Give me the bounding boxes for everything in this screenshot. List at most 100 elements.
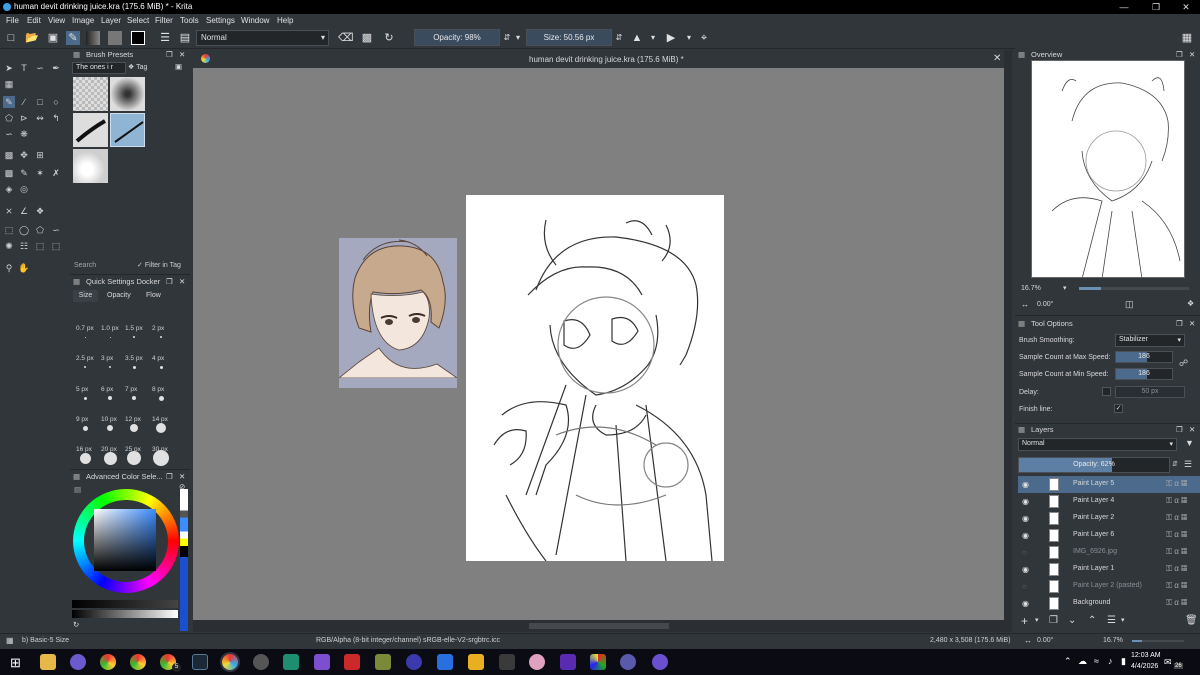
edit-shapes-tool-icon[interactable]: ∽ xyxy=(34,62,46,74)
visibility-eye-icon[interactable]: ◉ xyxy=(1022,531,1029,540)
file-explorer-icon[interactable] xyxy=(40,654,56,670)
visibility-eye-icon[interactable]: ◉ xyxy=(1022,599,1029,608)
dynamic-brush-tool-icon[interactable]: ∽ xyxy=(3,128,15,140)
size-preset-dot[interactable] xyxy=(84,336,86,338)
mirror-vertical-icon[interactable]: ▶ xyxy=(664,31,678,45)
docker-grip-icon[interactable]: ▦ xyxy=(73,277,80,288)
app-icon[interactable] xyxy=(344,654,360,670)
menu-help[interactable]: Help xyxy=(277,16,293,25)
mirror-view-icon[interactable]: ◫ xyxy=(1125,299,1134,310)
color-history-strip[interactable] xyxy=(180,489,188,631)
size-stepper-icon[interactable]: ⇵ xyxy=(612,31,626,45)
app-icon[interactable] xyxy=(529,654,545,670)
app-icon[interactable] xyxy=(620,654,636,670)
bezier-select-tool-icon[interactable]: ⬚ xyxy=(34,240,46,252)
brush-preset-thumb[interactable] xyxy=(73,77,108,111)
clear-history-icon[interactable]: ⊘ xyxy=(179,482,185,493)
layer-lock-alpha-icons[interactable]: ⚿ α ▦ xyxy=(1166,530,1187,540)
move-layer-down-icon[interactable]: ⌄ xyxy=(1068,615,1076,626)
size-preset-label[interactable]: 30 px xyxy=(152,446,168,453)
multibrush-tool-icon[interactable]: ❋ xyxy=(18,128,30,140)
calligraphy-tool-icon[interactable]: ✒ xyxy=(50,62,62,74)
app-icon[interactable] xyxy=(652,654,668,670)
reload-preset-icon[interactable]: ↻ xyxy=(382,31,396,45)
close-docker-icon[interactable]: ✕ xyxy=(1189,319,1195,330)
tag-button[interactable]: ❖ Tag xyxy=(128,63,147,74)
preset-search-input[interactable]: Search xyxy=(74,262,96,269)
pan-tool-icon[interactable]: ✋ xyxy=(18,262,30,274)
float-docker-icon[interactable]: ❐ xyxy=(1176,319,1183,330)
size-preset-dot[interactable] xyxy=(109,366,111,368)
size-preset-dot[interactable] xyxy=(108,396,112,400)
chrome-icon[interactable] xyxy=(130,654,146,670)
canvas-area[interactable] xyxy=(193,68,1004,620)
delay-slider[interactable]: 50 px xyxy=(1115,386,1185,398)
layer-row[interactable]: ◉ Background ⚿ α ▦ xyxy=(1018,595,1200,612)
krita-taskbar-icon[interactable] xyxy=(222,654,238,670)
menu-image[interactable]: Image xyxy=(72,16,94,25)
size-preset-label[interactable]: 3 px xyxy=(101,355,113,362)
menu-select[interactable]: Select xyxy=(127,16,149,25)
docker-grip-icon[interactable]: ▦ xyxy=(73,472,80,483)
notifications-icon[interactable]: ✉ xyxy=(1164,657,1172,668)
similar-select-tool-icon[interactable]: ☷ xyxy=(18,240,30,252)
menu-file[interactable]: File xyxy=(6,16,19,25)
size-preset-label[interactable]: 5 px xyxy=(76,386,88,393)
close-document-icon[interactable]: ✕ xyxy=(993,53,1001,64)
layer-lock-alpha-icons[interactable]: ⚿ α ▦ xyxy=(1166,479,1187,489)
chevron-down-icon[interactable]: ▾ xyxy=(1035,616,1039,624)
crop-tool-icon[interactable]: ⊞ xyxy=(34,149,46,161)
magnetic-select-tool-icon[interactable]: ⬚ xyxy=(50,240,62,252)
move-tool-icon[interactable]: ✥ xyxy=(18,149,30,161)
overview-zoom-value[interactable]: 16.7% xyxy=(1021,285,1041,292)
transform-tool-icon[interactable]: ▩ xyxy=(3,149,15,161)
eraser-icon[interactable]: ⌫ xyxy=(338,31,354,45)
close-window-button[interactable]: ✕ xyxy=(1172,0,1200,14)
color-settings-icon[interactable]: ▤ xyxy=(74,485,81,496)
docker-grip-icon[interactable]: ▦ xyxy=(1018,50,1025,61)
battery-icon[interactable]: ▮ xyxy=(1121,656,1126,667)
filter-in-tag-checkbox[interactable]: ✓ Filter in Tag xyxy=(137,261,181,269)
colorize-mask-tool-icon[interactable]: ✶ xyxy=(34,167,46,179)
minimize-button[interactable]: — xyxy=(1110,0,1138,14)
menu-view[interactable]: View xyxy=(48,16,65,25)
app-icon[interactable] xyxy=(314,654,330,670)
document-page[interactable] xyxy=(466,195,724,561)
close-docker-icon[interactable]: ✕ xyxy=(179,277,185,288)
brush-preset-thumb[interactable] xyxy=(110,77,145,111)
chevron-up-icon[interactable]: ⌃ xyxy=(1064,656,1072,667)
ellipse-select-tool-icon[interactable]: ◯ xyxy=(18,224,30,236)
ellipse-tool-icon[interactable]: ○ xyxy=(50,96,62,108)
size-preset-dot[interactable] xyxy=(132,396,136,400)
chevron-down-icon[interactable]: ▾ xyxy=(682,31,696,45)
layer-lock-alpha-icons[interactable]: ⚿ α ▦ xyxy=(1166,564,1187,574)
brush-smoothing-dropdown[interactable]: Stabilizer ▾ xyxy=(1115,334,1185,347)
layer-name[interactable]: Background xyxy=(1073,599,1110,606)
maximize-button[interactable]: ❐ xyxy=(1142,0,1170,14)
size-preset-dot[interactable] xyxy=(84,366,86,368)
menu-layer[interactable]: Layer xyxy=(101,16,121,25)
opacity-slider[interactable]: Opacity: 98% xyxy=(414,29,500,46)
app-icon[interactable] xyxy=(70,654,86,670)
size-preset-label[interactable]: 1.0 px xyxy=(101,325,119,332)
layer-name[interactable]: IMG_6926.jpg xyxy=(1073,548,1117,555)
new-document-icon[interactable]: □ xyxy=(4,31,18,45)
app-icon[interactable] xyxy=(437,654,453,670)
polyline-tool-icon[interactable]: ⊳ xyxy=(18,112,30,124)
pattern-icon[interactable] xyxy=(108,31,122,45)
size-preset-label[interactable]: 25 px xyxy=(125,446,141,453)
layer-name[interactable]: Paint Layer 5 xyxy=(1073,480,1114,487)
size-preset-dot[interactable] xyxy=(159,365,163,369)
size-preset-label[interactable]: 8 px xyxy=(152,386,164,393)
polygon-tool-icon[interactable]: ⬠ xyxy=(3,112,15,124)
size-preset-dot[interactable] xyxy=(109,336,111,338)
shade-bar[interactable] xyxy=(72,600,178,608)
overview-zoom-slider[interactable] xyxy=(1079,287,1189,290)
gradient-edit-tool-icon[interactable]: ▦ xyxy=(3,78,15,90)
menu-lines-icon[interactable]: ☰ xyxy=(1184,459,1192,470)
size-preset-dot[interactable] xyxy=(158,395,164,401)
rotate-icon[interactable]: ↔ xyxy=(1024,636,1032,645)
size-preset-label[interactable]: 6 px xyxy=(101,386,113,393)
size-preset-label[interactable]: 2 px xyxy=(152,325,164,332)
wrap-around-icon[interactable]: ⌖ xyxy=(697,31,711,45)
